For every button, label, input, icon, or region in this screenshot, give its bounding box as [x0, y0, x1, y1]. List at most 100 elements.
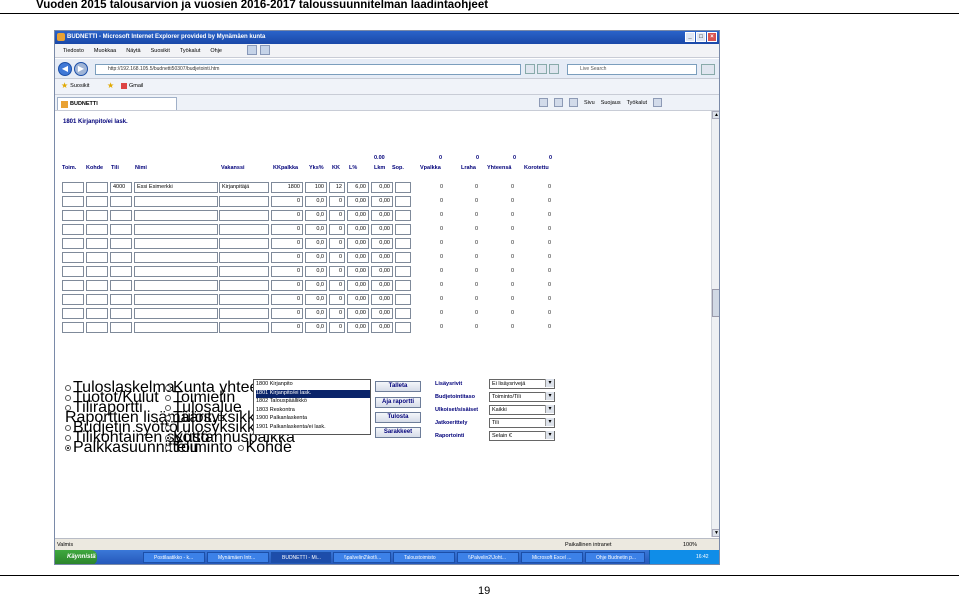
grid-input[interactable] — [110, 238, 132, 249]
grid-input[interactable] — [134, 196, 218, 207]
menu-file[interactable]: Tiedosto — [63, 48, 84, 54]
print-icon[interactable] — [569, 98, 578, 107]
grid-input[interactable]: 0,0 — [305, 294, 327, 305]
grid-input[interactable]: 0,00 — [371, 182, 393, 193]
task-button[interactable]: Mynämäen Intr... — [207, 552, 269, 563]
grid-input[interactable] — [395, 294, 411, 305]
list-item[interactable]: 1900 Palkanlaskenta — [256, 415, 370, 424]
dropdown-icon[interactable] — [525, 64, 535, 74]
feeds-icon[interactable] — [554, 98, 563, 107]
grid-input[interactable] — [86, 224, 108, 235]
grid-input[interactable]: 0,00 — [347, 210, 369, 221]
grid-input[interactable] — [86, 280, 108, 291]
grid-input[interactable] — [134, 308, 218, 319]
grid-input[interactable]: 0,0 — [305, 266, 327, 277]
grid-input[interactable] — [86, 294, 108, 305]
grid-input[interactable] — [86, 252, 108, 263]
stop-icon[interactable] — [549, 64, 559, 74]
radio-col2-6[interactable]: Toiminto Kohde — [165, 439, 292, 457]
grid-input[interactable] — [395, 308, 411, 319]
menu-edit[interactable]: Muokkaa — [94, 48, 116, 54]
grid-input[interactable]: 0 — [271, 196, 303, 207]
grid-input[interactable]: 6,00 — [347, 182, 369, 193]
grid-input[interactable]: 0,00 — [347, 308, 369, 319]
grid-input[interactable] — [395, 196, 411, 207]
grid-input[interactable] — [219, 280, 269, 291]
grid-input[interactable] — [219, 266, 269, 277]
grid-input[interactable] — [62, 182, 84, 193]
select-ulkoiset[interactable]: Kaikki — [489, 405, 555, 415]
grid-input[interactable]: 0,00 — [347, 238, 369, 249]
menu-view[interactable]: Näytä — [126, 48, 140, 54]
task-button[interactable]: Taloustoimisto — [393, 552, 455, 563]
tools-menu[interactable]: Työkalut — [627, 100, 647, 106]
menu-help[interactable]: Ohje — [210, 48, 222, 54]
task-button-active[interactable]: BUDNETTI - Mi... — [271, 552, 331, 563]
run-report-button[interactable]: Aja raportti — [375, 397, 421, 408]
grid-input[interactable]: 0,00 — [347, 196, 369, 207]
list-item[interactable]: 1802 Talouspäällikkö — [256, 398, 370, 407]
grid-input[interactable]: 0,00 — [371, 238, 393, 249]
scroll-thumb[interactable] — [712, 289, 719, 317]
grid-input[interactable] — [134, 294, 218, 305]
grid-input[interactable]: 0,00 — [371, 322, 393, 333]
grid-input[interactable] — [110, 294, 132, 305]
grid-input[interactable] — [110, 322, 132, 333]
grid-input[interactable] — [219, 294, 269, 305]
menu-tools[interactable]: Työkalut — [180, 48, 200, 54]
grid-input[interactable] — [110, 280, 132, 291]
menu-favorites[interactable]: Suosikit — [151, 48, 170, 54]
grid-input[interactable]: 0 — [271, 280, 303, 291]
grid-input[interactable]: 0,00 — [347, 224, 369, 235]
list-item[interactable]: 1901 Palkanlaskenta/ei lask. — [256, 424, 370, 433]
home-icon[interactable] — [539, 98, 548, 107]
maximize-icon[interactable]: □ — [696, 32, 706, 42]
task-button[interactable]: \\palvelin2\koti\... — [333, 552, 391, 563]
grid-input[interactable] — [219, 252, 269, 263]
save-button[interactable]: Talleta — [375, 381, 421, 392]
grid-input[interactable]: 0,00 — [347, 322, 369, 333]
grid-input[interactable] — [219, 196, 269, 207]
grid-input[interactable]: 0,00 — [347, 294, 369, 305]
grid-input[interactable] — [110, 196, 132, 207]
grid-input[interactable] — [395, 224, 411, 235]
grid-input[interactable]: 0 — [271, 238, 303, 249]
grid-input[interactable] — [86, 308, 108, 319]
grid-input[interactable] — [62, 210, 84, 221]
start-button[interactable]: Käynnistä — [55, 550, 97, 564]
select-lisaysrivit[interactable]: Ei lisäysrivejä — [489, 379, 555, 389]
grid-input[interactable] — [62, 266, 84, 277]
add-favorite-icon[interactable]: ★ — [107, 82, 114, 90]
grid-input[interactable] — [62, 224, 84, 235]
task-button[interactable]: Microsoft Excel ... — [521, 552, 583, 563]
grid-input[interactable] — [62, 280, 84, 291]
grid-input[interactable] — [62, 294, 84, 305]
grid-input[interactable]: 0 — [329, 196, 345, 207]
vertical-scrollbar[interactable]: ▲ ▼ — [711, 111, 719, 537]
grid-input[interactable] — [110, 252, 132, 263]
grid-input[interactable] — [86, 210, 108, 221]
grid-input[interactable]: 0,0 — [305, 238, 327, 249]
grid-input[interactable]: 0,00 — [371, 280, 393, 291]
grid-input[interactable]: 0 — [271, 224, 303, 235]
grid-input[interactable] — [86, 266, 108, 277]
grid-input[interactable] — [110, 308, 132, 319]
grid-input[interactable] — [62, 252, 84, 263]
grid-input[interactable]: 0,0 — [305, 210, 327, 221]
grid-input[interactable]: 0,00 — [371, 224, 393, 235]
grid-input[interactable] — [62, 238, 84, 249]
grid-input[interactable] — [134, 210, 218, 221]
toolbar-icon[interactable] — [247, 45, 257, 55]
grid-input[interactable]: 0,0 — [305, 280, 327, 291]
grid-input[interactable]: 4000 — [110, 182, 132, 193]
grid-input[interactable]: 0 — [329, 252, 345, 263]
grid-input[interactable]: 0 — [271, 266, 303, 277]
grid-input[interactable]: 0,0 — [305, 252, 327, 263]
grid-input[interactable] — [134, 224, 218, 235]
tab-budnetti[interactable]: BUDNETTI — [57, 97, 177, 110]
help-icon[interactable] — [653, 98, 663, 107]
grid-input[interactable]: 0,00 — [371, 308, 393, 319]
search-input[interactable]: Live Search — [567, 64, 697, 75]
grid-input[interactable]: 0,0 — [305, 224, 327, 235]
select-jatkoerittely[interactable]: Tili — [489, 418, 555, 428]
